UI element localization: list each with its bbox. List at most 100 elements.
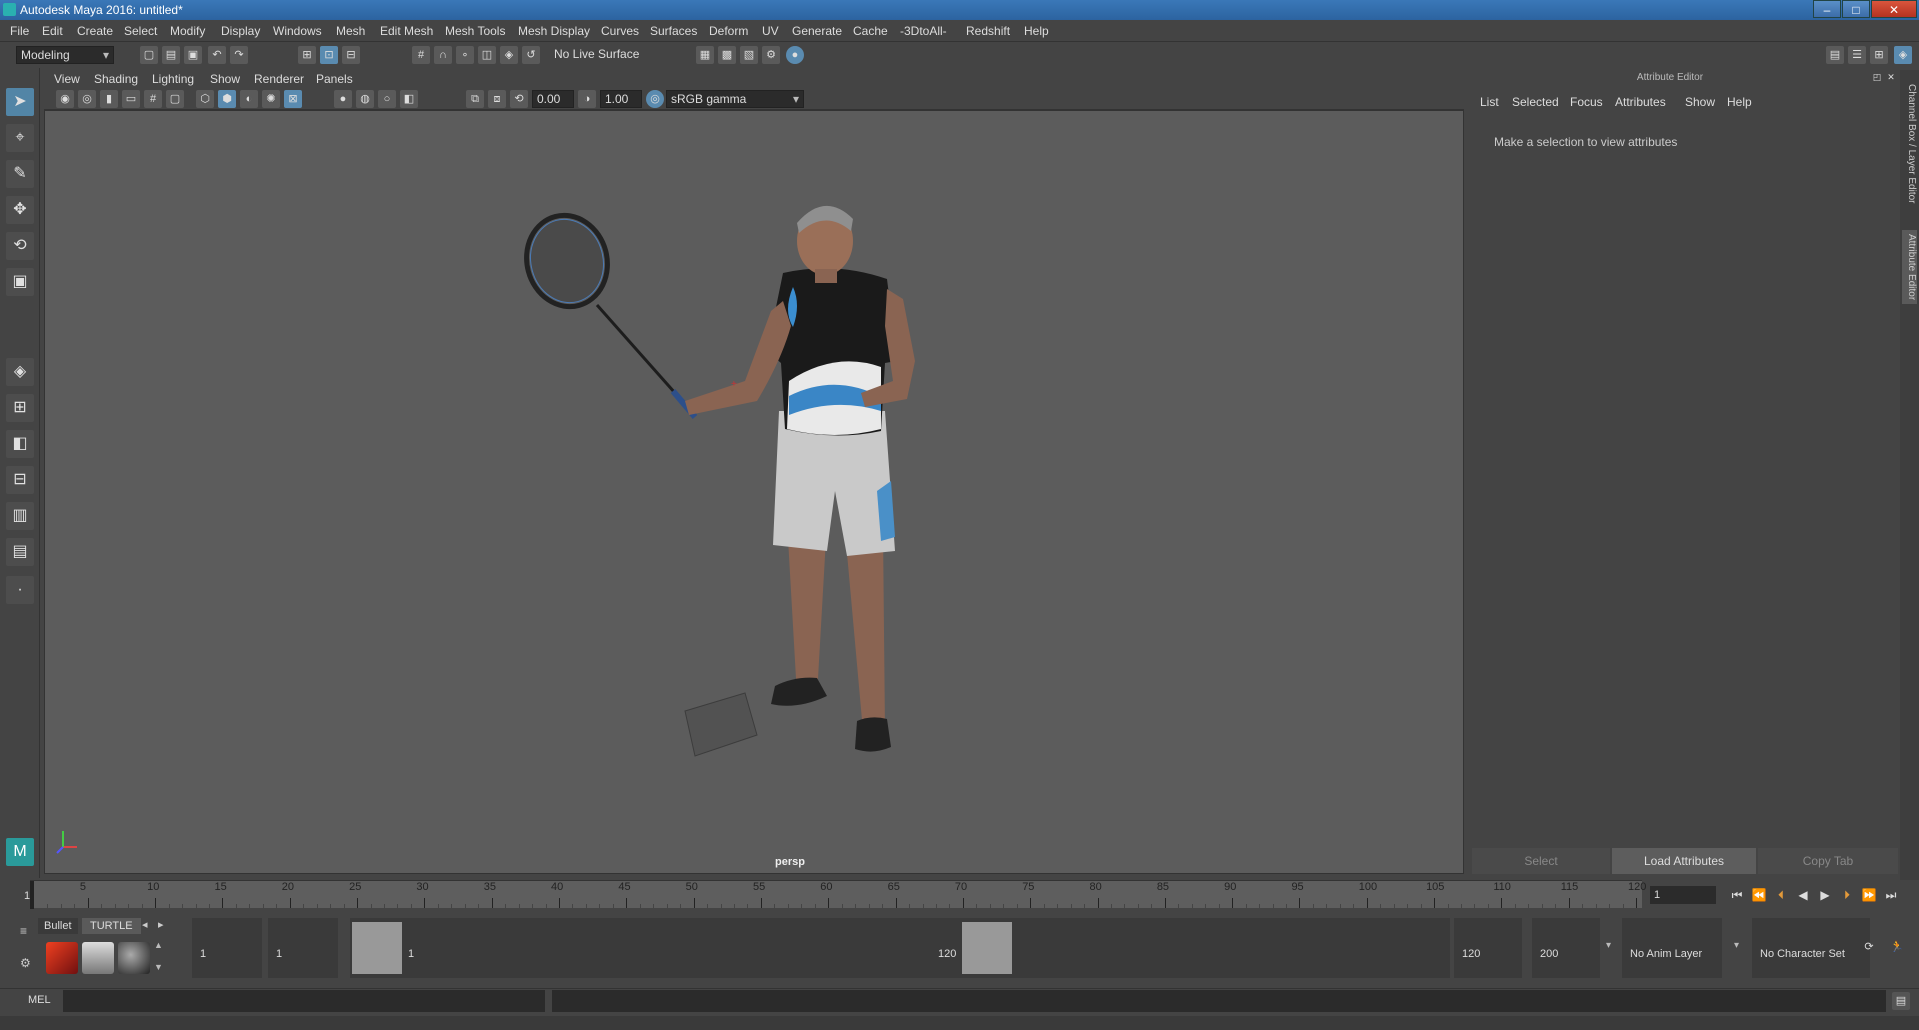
- auto-key-icon[interactable]: ⟳: [1860, 938, 1878, 956]
- undo-icon[interactable]: ↶: [208, 46, 226, 64]
- shelf-tab-turtle[interactable]: TURTLE: [82, 918, 141, 934]
- four-view-layout-icon[interactable]: ⊞: [6, 394, 34, 422]
- single-perspective-layout-icon[interactable]: ◈: [6, 358, 34, 386]
- play-forward-icon[interactable]: ▶: [1816, 886, 1834, 904]
- range-start-handle[interactable]: [352, 922, 402, 974]
- channel-box-tab[interactable]: Channel Box / Layer Editor: [1902, 80, 1917, 208]
- bookmark-icon[interactable]: ▮: [100, 90, 118, 108]
- minimize-button[interactable]: –: [1813, 0, 1841, 18]
- menu-modify[interactable]: Modify: [170, 24, 205, 38]
- isolate-select-icon[interactable]: ⧉: [466, 90, 484, 108]
- menu-redshift[interactable]: Redshift: [966, 24, 1010, 38]
- go-to-end-icon[interactable]: ⏭: [1882, 886, 1900, 904]
- shadows-icon[interactable]: ●: [334, 90, 352, 108]
- step-back-icon[interactable]: ⏪: [1750, 886, 1768, 904]
- hypershade-layout-icon[interactable]: ▤: [6, 538, 34, 566]
- live-surface-field[interactable]: No Live Surface: [550, 46, 650, 64]
- animation-start-field[interactable]: 1: [192, 918, 262, 978]
- current-frame-field[interactable]: 1: [1650, 886, 1716, 904]
- xray-icon[interactable]: ⊠: [284, 90, 302, 108]
- playback-end-field[interactable]: 120: [1454, 918, 1522, 978]
- range-end-handle[interactable]: [962, 922, 1012, 974]
- ae-menu-show[interactable]: Show: [1685, 95, 1715, 109]
- shelf-settings-icon[interactable]: ⚙: [20, 956, 31, 970]
- menu-deform[interactable]: Deform: [709, 24, 748, 38]
- wireframe-icon[interactable]: ⬡: [196, 90, 214, 108]
- float-panel-icon[interactable]: ◰: [1870, 70, 1884, 84]
- snap-live-icon[interactable]: ↺: [522, 46, 540, 64]
- lights-icon[interactable]: ✺: [262, 90, 280, 108]
- outliner-icon[interactable]: ☰: [1848, 46, 1866, 64]
- gamma-reset-icon[interactable]: ◑: [578, 90, 596, 108]
- rotate-tool-icon[interactable]: ⟲: [6, 232, 34, 260]
- copy-tab-button[interactable]: Copy Tab: [1758, 848, 1898, 874]
- ae-menu-help[interactable]: Help: [1727, 95, 1752, 109]
- turtle-sphere-icon[interactable]: [118, 942, 150, 974]
- snap-curve-icon[interactable]: ∩: [434, 46, 452, 64]
- menu-uv[interactable]: UV: [762, 24, 779, 38]
- panel-menu-shading[interactable]: Shading: [94, 72, 138, 86]
- textured-icon[interactable]: ◐: [240, 90, 258, 108]
- move-tool-icon[interactable]: ✥: [6, 196, 34, 224]
- modeling-toolkit-icon[interactable]: ▤: [1826, 46, 1844, 64]
- load-attributes-button[interactable]: Load Attributes: [1612, 848, 1756, 874]
- new-scene-icon[interactable]: ▢: [140, 46, 158, 64]
- maximize-button[interactable]: □: [1842, 0, 1870, 18]
- panel-menu-lighting[interactable]: Lighting: [152, 72, 194, 86]
- go-to-start-icon[interactable]: ⏮: [1728, 886, 1746, 904]
- select-hierarchy-icon[interactable]: ⊞: [298, 46, 316, 64]
- ipr-render-icon[interactable]: ▧: [740, 46, 758, 64]
- open-scene-icon[interactable]: ▤: [162, 46, 180, 64]
- ae-menu-selected[interactable]: Selected: [1512, 95, 1559, 109]
- lasso-tool-icon[interactable]: ⌖: [6, 124, 34, 152]
- current-time-indicator[interactable]: [30, 881, 34, 909]
- panel-menu-show[interactable]: Show: [210, 72, 240, 86]
- menu-mesh-tools[interactable]: Mesh Tools: [445, 24, 505, 38]
- snap-point-icon[interactable]: ∘: [456, 46, 474, 64]
- color-management-icon[interactable]: ◎: [646, 90, 664, 108]
- tool-settings-icon[interactable]: ⊞: [1870, 46, 1888, 64]
- select-object-icon[interactable]: ⊡: [320, 46, 338, 64]
- character-set-options-icon[interactable]: ▾: [1734, 940, 1739, 951]
- paint-select-icon[interactable]: ✎: [6, 160, 34, 188]
- menu-display[interactable]: Display: [221, 24, 260, 38]
- smooth-shade-icon[interactable]: ⬢: [218, 90, 236, 108]
- panel-menu-renderer[interactable]: Renderer: [254, 72, 304, 86]
- exposure-field[interactable]: 0.00: [532, 90, 574, 108]
- menu-cache[interactable]: Cache: [853, 24, 888, 38]
- animation-end-field[interactable]: 200: [1532, 918, 1600, 978]
- redo-icon[interactable]: ↷: [230, 46, 248, 64]
- ae-menu-focus[interactable]: Focus: [1570, 95, 1603, 109]
- snap-grid-icon[interactable]: #: [412, 46, 430, 64]
- menu-file[interactable]: File: [10, 24, 29, 38]
- panel-menu-panels[interactable]: Panels: [316, 72, 353, 86]
- render-view-icon[interactable]: ▦: [696, 46, 714, 64]
- range-slider[interactable]: 1 120: [350, 918, 1450, 978]
- menu-edit-mesh[interactable]: Edit Mesh: [380, 24, 433, 38]
- ae-menu-list[interactable]: List: [1480, 95, 1499, 109]
- grid-toggle-icon[interactable]: #: [144, 90, 162, 108]
- menu-curves[interactable]: Curves: [601, 24, 639, 38]
- scale-tool-icon[interactable]: ▣: [6, 268, 34, 296]
- more-layouts-icon[interactable]: ·: [6, 576, 34, 604]
- hypershade-icon[interactable]: ●: [786, 46, 804, 64]
- render-turtle-icon[interactable]: [46, 942, 78, 974]
- close-button[interactable]: ✕: [1871, 0, 1917, 18]
- xray-joints-icon[interactable]: ⧈: [488, 90, 506, 108]
- menu-3dtoall[interactable]: -3DtoAll-: [900, 24, 947, 38]
- preferences-runner-icon[interactable]: 🏃: [1888, 938, 1906, 956]
- ae-menu-attributes[interactable]: Attributes: [1615, 95, 1666, 109]
- command-language-label[interactable]: MEL: [28, 994, 51, 1006]
- shelf-scroll-up-icon[interactable]: ▲: [154, 940, 163, 950]
- menu-windows[interactable]: Windows: [273, 24, 322, 38]
- play-backward-icon[interactable]: ◀: [1794, 886, 1812, 904]
- view-transform-dropdown[interactable]: sRGB gamma ▾: [666, 90, 804, 108]
- snap-surface-icon[interactable]: ◈: [500, 46, 518, 64]
- image-plane-icon[interactable]: ▭: [122, 90, 140, 108]
- menu-select[interactable]: Select: [124, 24, 157, 38]
- shelf-scroll-down-icon[interactable]: ▼: [154, 962, 163, 972]
- menu-create[interactable]: Create: [77, 24, 113, 38]
- shelf-tab-right-icon[interactable]: ▸: [158, 918, 164, 931]
- antialias-icon[interactable]: ◧: [400, 90, 418, 108]
- save-scene-icon[interactable]: ▣: [184, 46, 202, 64]
